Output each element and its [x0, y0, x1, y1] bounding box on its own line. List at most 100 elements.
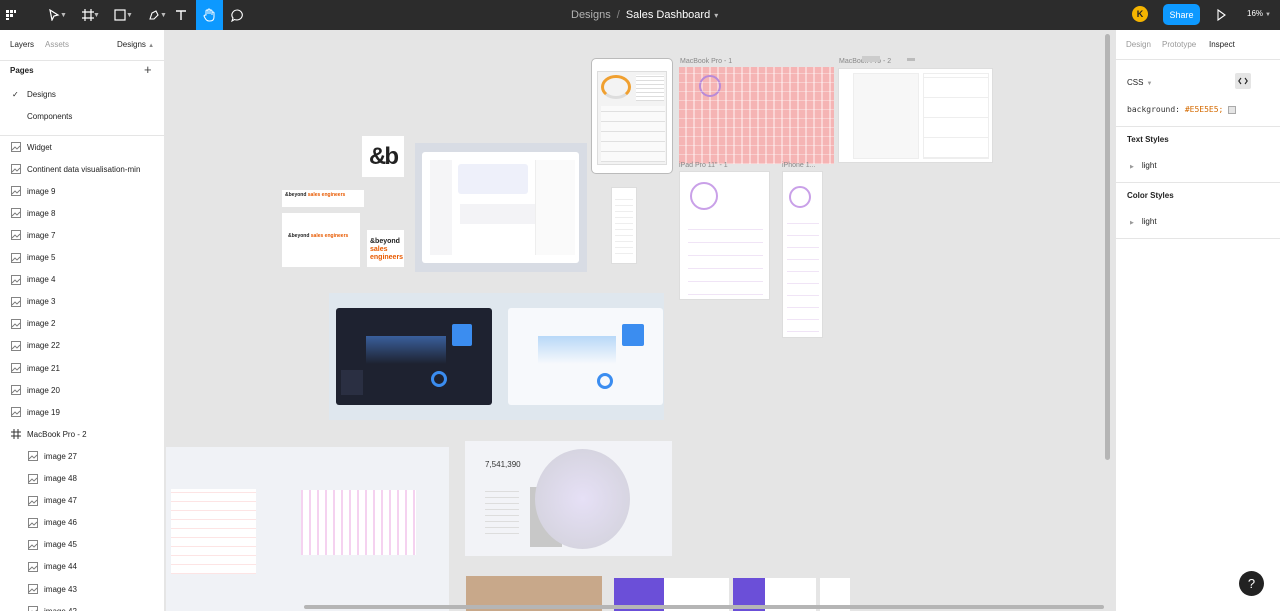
layer-item[interactable]: image 19: [0, 401, 164, 423]
chevron-down-icon[interactable]: ▼: [160, 12, 167, 19]
layer-label: image 44: [44, 562, 77, 572]
ipad-pro-frame[interactable]: [679, 171, 770, 300]
layer-item[interactable]: image 46: [0, 512, 164, 534]
breadcrumb-separator: /: [616, 9, 620, 21]
code-view-button[interactable]: [1235, 73, 1251, 89]
layer-label: image 19: [27, 407, 60, 417]
page-item[interactable]: ✓ Designs: [0, 84, 164, 104]
layer-item[interactable]: image 44: [0, 556, 164, 578]
hand-icon: [203, 8, 215, 22]
vertical-scrollbar[interactable]: [1105, 34, 1110, 460]
css-code-line[interactable]: background: #E5E5E5;: [1127, 105, 1237, 114]
zoom-dropdown[interactable]: 16% ▼: [1247, 9, 1271, 18]
layer-item[interactable]: image 43: [0, 578, 164, 600]
iphone-frame[interactable]: [782, 171, 823, 338]
tab-prototype[interactable]: Prototype: [1162, 40, 1196, 49]
frame-label-iphone[interactable]: iPhone 1...: [782, 162, 815, 169]
macbook-pro-1-frame[interactable]: [679, 67, 834, 164]
layer-item[interactable]: image 4: [0, 269, 164, 291]
layer-label: image 3: [27, 297, 56, 307]
layer-item[interactable]: image 47: [0, 490, 164, 512]
tab-assets[interactable]: Assets: [45, 40, 69, 49]
dashboard-screenshot: [422, 152, 579, 263]
page-label: Components: [27, 111, 73, 121]
chevron-down-icon[interactable]: ▼: [60, 12, 67, 19]
dashboard-shot-group[interactable]: [415, 143, 587, 272]
donut-graphic: [690, 182, 718, 210]
continent-visualisation[interactable]: 7,541,390: [465, 441, 672, 556]
charts-frame[interactable]: [166, 447, 449, 611]
area-chart-graphic: [538, 336, 616, 364]
color-style-item[interactable]: ▶ light: [1130, 217, 1157, 226]
list-graphic: [601, 106, 665, 162]
table-graphic: [636, 75, 664, 101]
image-icon: [28, 473, 38, 484]
left-panel-tabs: Layers Assets Designs ▲: [0, 38, 164, 52]
help-button[interactable]: ?: [1239, 571, 1264, 596]
layer-label: image 45: [44, 540, 77, 550]
layer-item[interactable]: image 27: [0, 445, 164, 467]
image-icon: [28, 517, 38, 528]
image-icon: [11, 274, 21, 285]
layer-item[interactable]: image 2: [0, 313, 164, 335]
layer-frame[interactable]: MacBook Pro - 2: [0, 423, 164, 445]
comment-tool-button[interactable]: [226, 0, 248, 30]
canvas[interactable]: MacBook Pro - 1 MacBook Pro - 2 &b &beyo…: [166, 30, 1115, 611]
chevron-down-icon[interactable]: ▼: [126, 12, 133, 19]
layer-item[interactable]: image 8: [0, 202, 164, 224]
play-icon[interactable]: [1214, 8, 1228, 22]
beyond-square-logo[interactable]: &beyond sales engineers: [367, 230, 404, 267]
hand-tool-button[interactable]: [196, 0, 223, 30]
layer-item[interactable]: image 7: [0, 224, 164, 246]
text-tool-button[interactable]: [170, 0, 192, 30]
language-dropdown[interactable]: CSS ▼: [1127, 78, 1152, 87]
frame-label-ipad[interactable]: iPad Pro 11" - 1: [679, 162, 728, 169]
avatar[interactable]: K: [1132, 6, 1148, 22]
layer-item[interactable]: Widget: [0, 136, 164, 158]
text-icon: [176, 10, 186, 20]
frame-handle: [907, 58, 915, 61]
chevron-down-icon[interactable]: ▾: [714, 11, 718, 20]
grid-overlay: [679, 67, 834, 164]
text-style-item[interactable]: ▶ light: [1130, 161, 1157, 170]
beyond-banner[interactable]: &beyond sales engineers: [282, 213, 360, 267]
macbook-pro-2-frame[interactable]: [838, 68, 993, 163]
add-page-icon[interactable]: +: [144, 63, 152, 76]
chart-rows: [688, 217, 763, 295]
layer-item[interactable]: image 9: [0, 180, 164, 202]
image-icon: [11, 142, 21, 152]
layer-item[interactable]: image 45: [0, 534, 164, 556]
beyond-banner-small[interactable]: &beyond sales engineers: [282, 190, 364, 207]
move-cursor-icon: [49, 9, 60, 21]
ampersand-b-logo[interactable]: &b: [362, 136, 404, 177]
layer-item[interactable]: image 42: [0, 600, 164, 611]
layer-label: image 22: [27, 341, 60, 351]
file-name[interactable]: Sales Dashboard: [626, 9, 710, 21]
layer-item[interactable]: image 20: [0, 379, 164, 401]
main-menu-button[interactable]: [0, 0, 22, 30]
dark-dashboard: [336, 308, 492, 405]
layer-item[interactable]: image 21: [0, 357, 164, 379]
page-item[interactable]: Components: [0, 106, 164, 126]
ipad-mockup[interactable]: [591, 58, 673, 174]
divider: [1116, 126, 1280, 127]
layer-item[interactable]: image 3: [0, 291, 164, 313]
tab-design[interactable]: Design: [1126, 40, 1151, 49]
tab-inspect[interactable]: Inspect: [1209, 40, 1235, 49]
share-button[interactable]: Share: [1163, 4, 1200, 25]
layer-item[interactable]: image 48: [0, 468, 164, 490]
tab-layers[interactable]: Layers: [10, 40, 34, 49]
mobile-frame[interactable]: [611, 187, 637, 264]
dashboard-pair-group[interactable]: [329, 293, 664, 420]
layer-item[interactable]: image 22: [0, 335, 164, 357]
layer-item[interactable]: image 5: [0, 247, 164, 269]
chevron-down-icon: ▼: [1146, 81, 1153, 87]
frame-label-macbook-1[interactable]: MacBook Pro - 1: [680, 58, 732, 65]
layer-item[interactable]: Continent data visualisation-min: [0, 158, 164, 180]
horizontal-scrollbar[interactable]: [304, 605, 1104, 609]
image-icon: [28, 451, 38, 462]
chevron-down-icon[interactable]: ▼: [93, 12, 100, 19]
page-switcher[interactable]: Designs ▲: [117, 40, 154, 49]
breadcrumb-parent[interactable]: Designs: [571, 9, 611, 21]
divider: [1116, 182, 1280, 183]
